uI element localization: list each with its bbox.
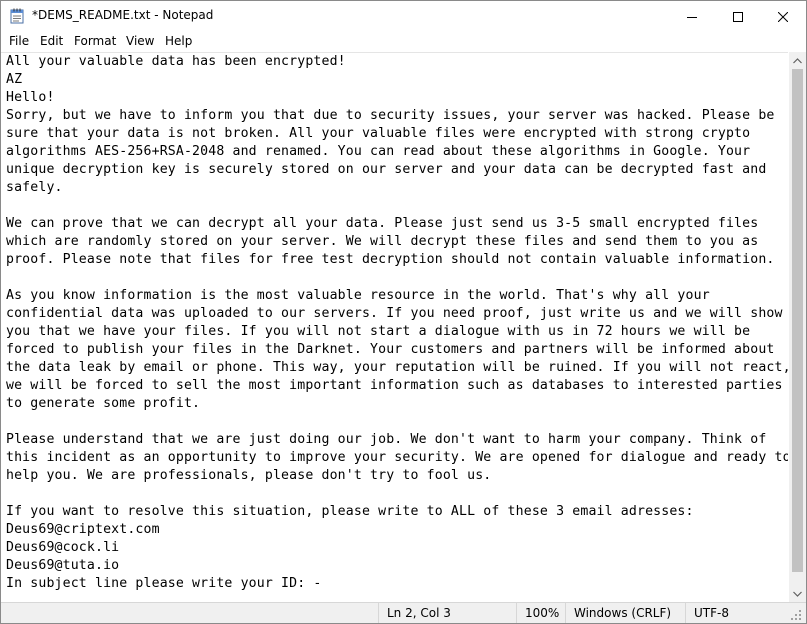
text-line[interactable]: forced to publish your files in the Dark… xyxy=(6,342,775,357)
text-line[interactable]: confidential data was uploaded to our se… xyxy=(6,306,783,321)
text-line[interactable]: As you know information is the most valu… xyxy=(6,288,710,303)
status-encoding: UTF-8 xyxy=(685,603,789,623)
scroll-down-icon[interactable] xyxy=(789,585,806,602)
status-line-ending: Windows (CRLF) xyxy=(565,603,685,623)
scroll-up-icon[interactable] xyxy=(789,52,806,69)
menu-file[interactable]: File xyxy=(9,34,29,48)
text-line[interactable]: If you want to resolve this situation, p… xyxy=(6,504,694,519)
document-text[interactable]: All your valuable data has been encrypte… xyxy=(6,53,788,593)
text-line[interactable]: Deus69@cock.li xyxy=(6,540,119,555)
text-line[interactable]: All your valuable data has been encrypte… xyxy=(6,54,346,69)
status-position: Ln 2, Col 3 xyxy=(378,603,516,623)
text-line[interactable]: help you. We are professionals, please d… xyxy=(6,468,491,483)
text-line[interactable]: Please understand that we are just doing… xyxy=(6,432,766,447)
text-line[interactable]: which are randomly stored on your server… xyxy=(6,234,758,249)
resize-grip-icon[interactable] xyxy=(789,607,803,621)
text-line[interactable]: safely. xyxy=(6,180,63,195)
title-bar[interactable]: *DEMS_README.txt - Notepad xyxy=(1,1,806,31)
maximize-icon xyxy=(733,7,743,26)
maximize-button[interactable] xyxy=(715,1,761,31)
text-line[interactable]: Deus69@criptext.com xyxy=(6,522,160,537)
close-icon xyxy=(777,7,789,26)
status-zoom: 100% xyxy=(516,603,565,623)
text-line[interactable]: We can prove that we can decrypt all you… xyxy=(6,216,758,231)
text-line[interactable]: proof. Please note that files for free t… xyxy=(6,252,775,267)
status-bar: Ln 2, Col 3 100% Windows (CRLF) UTF-8 xyxy=(1,602,806,623)
text-line[interactable]: this incident as an opportunity to impro… xyxy=(6,450,788,465)
text-line[interactable]: unique decryption key is securely stored… xyxy=(6,162,766,177)
text-line[interactable]: AZ xyxy=(6,72,22,87)
text-line[interactable]: Deus69@tuta.io xyxy=(6,558,119,573)
text-line[interactable]: you that we have your files. If you will… xyxy=(6,324,750,339)
menu-format[interactable]: Format xyxy=(74,34,116,48)
text-line[interactable]: In subject line please write your ID: - xyxy=(6,576,322,591)
window-title: *DEMS_README.txt - Notepad xyxy=(32,8,214,22)
text-line[interactable]: to generate some profit. xyxy=(6,396,200,411)
text-line[interactable]: algorithms AES-256+RSA-2048 and renamed.… xyxy=(6,144,750,159)
menu-bar: File Edit Format View Help xyxy=(1,31,806,52)
text-editor[interactable]: All your valuable data has been encrypte… xyxy=(1,52,788,603)
text-line[interactable]: the data leak by email or phone. This wa… xyxy=(6,360,788,375)
menu-edit[interactable]: Edit xyxy=(40,34,63,48)
text-line[interactable]: Hello! xyxy=(6,90,55,105)
text-line[interactable]: we will be forced to sell the most impor… xyxy=(6,378,783,393)
vertical-scrollbar[interactable] xyxy=(789,52,806,602)
text-line[interactable]: Sorry, but we have to inform you that du… xyxy=(6,108,775,123)
notepad-window: *DEMS_README.txt - Notepad File Edit For… xyxy=(0,0,807,624)
text-line[interactable]: sure that your data is not broken. All y… xyxy=(6,126,750,141)
minimize-icon xyxy=(687,7,697,26)
close-button[interactable] xyxy=(760,1,806,31)
menu-view[interactable]: View xyxy=(126,34,154,48)
notepad-icon xyxy=(10,8,25,24)
menu-help[interactable]: Help xyxy=(165,34,192,48)
scrollbar-thumb[interactable] xyxy=(792,69,803,572)
minimize-button[interactable] xyxy=(669,1,715,31)
